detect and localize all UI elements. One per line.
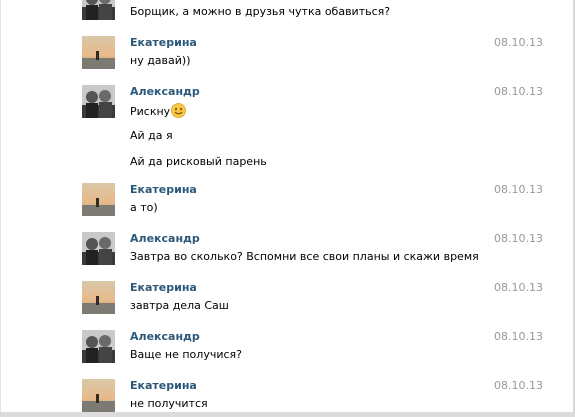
alexandr-avatar: [82, 330, 115, 363]
message-list: Борщик, а можно в друзья чутка обавиться…: [0, 0, 575, 417]
message-text: Ваще не получися?: [130, 348, 242, 361]
alexandr-avatar: [82, 232, 115, 265]
message-author[interactable]: Екатерина: [130, 36, 197, 49]
message-item: Александр 08.10.13 Ваще не получися?: [0, 322, 575, 371]
avatar[interactable]: [82, 85, 115, 118]
alexandr-avatar: [82, 0, 115, 20]
message-date: 08.10.13: [494, 281, 543, 294]
avatar[interactable]: [82, 183, 115, 216]
ekaterina-avatar: [82, 36, 115, 69]
message-text: завтра дела Саш: [130, 299, 229, 312]
message-date: 08.10.13: [494, 232, 543, 245]
message-author[interactable]: Екатерина: [130, 281, 197, 294]
message-text: Рискну: [130, 105, 171, 118]
avatar[interactable]: [82, 0, 115, 20]
message-text: а то): [130, 201, 158, 214]
message-date: 08.10.13: [494, 85, 543, 98]
message-text-line: Рискну: [130, 103, 187, 118]
message-author[interactable]: Александр: [130, 232, 200, 245]
message-author[interactable]: Екатерина: [130, 183, 197, 196]
smile-emoji-icon: [171, 103, 187, 118]
message-item: Борщик, а можно в друзья чутка обавиться…: [0, 0, 575, 28]
avatar[interactable]: [82, 232, 115, 265]
ekaterina-avatar: [82, 281, 115, 314]
window-edge-bottom: [0, 412, 575, 417]
message-author[interactable]: Александр: [130, 85, 200, 98]
avatar[interactable]: [82, 379, 115, 412]
message-item: Екатерина 08.10.13 а то): [0, 175, 575, 224]
message-author[interactable]: Екатерина: [130, 379, 197, 392]
message-text: Борщик, а можно в друзья чутка обавиться…: [130, 5, 391, 18]
message-date: 08.10.13: [494, 330, 543, 343]
message-date: 08.10.13: [494, 379, 543, 392]
ekaterina-avatar: [82, 183, 115, 216]
message-item: Александр 08.10.13 Завтра во сколько? Вс…: [0, 224, 575, 273]
chat-history: Борщик, а можно в друзья чутка обавиться…: [0, 0, 575, 417]
message-item: Екатерина 08.10.13 ну давай)): [0, 28, 575, 77]
message-text: не получится: [130, 397, 208, 410]
avatar[interactable]: [82, 330, 115, 363]
avatar[interactable]: [82, 36, 115, 69]
message-item: Екатерина 08.10.13 завтра дела Саш: [0, 273, 575, 322]
message-text: ну давай)): [130, 54, 191, 67]
message-author[interactable]: Александр: [130, 330, 200, 343]
message-item: Екатерина 08.10.13 не получится: [0, 371, 575, 417]
message-date: 08.10.13: [494, 36, 543, 49]
message-text: Завтра во сколько? Вспомни все свои план…: [130, 250, 479, 263]
window-edge-left: [0, 0, 1, 417]
ekaterina-avatar: [82, 379, 115, 412]
message-date: 08.10.13: [494, 183, 543, 196]
message-text: Ай да рисковый парень: [130, 155, 267, 168]
message-text: Ай да я: [130, 129, 173, 142]
avatar[interactable]: [82, 281, 115, 314]
alexandr-avatar: [82, 85, 115, 118]
message-item: Александр 08.10.13 Рискну Ай да я Ай да …: [0, 77, 575, 175]
